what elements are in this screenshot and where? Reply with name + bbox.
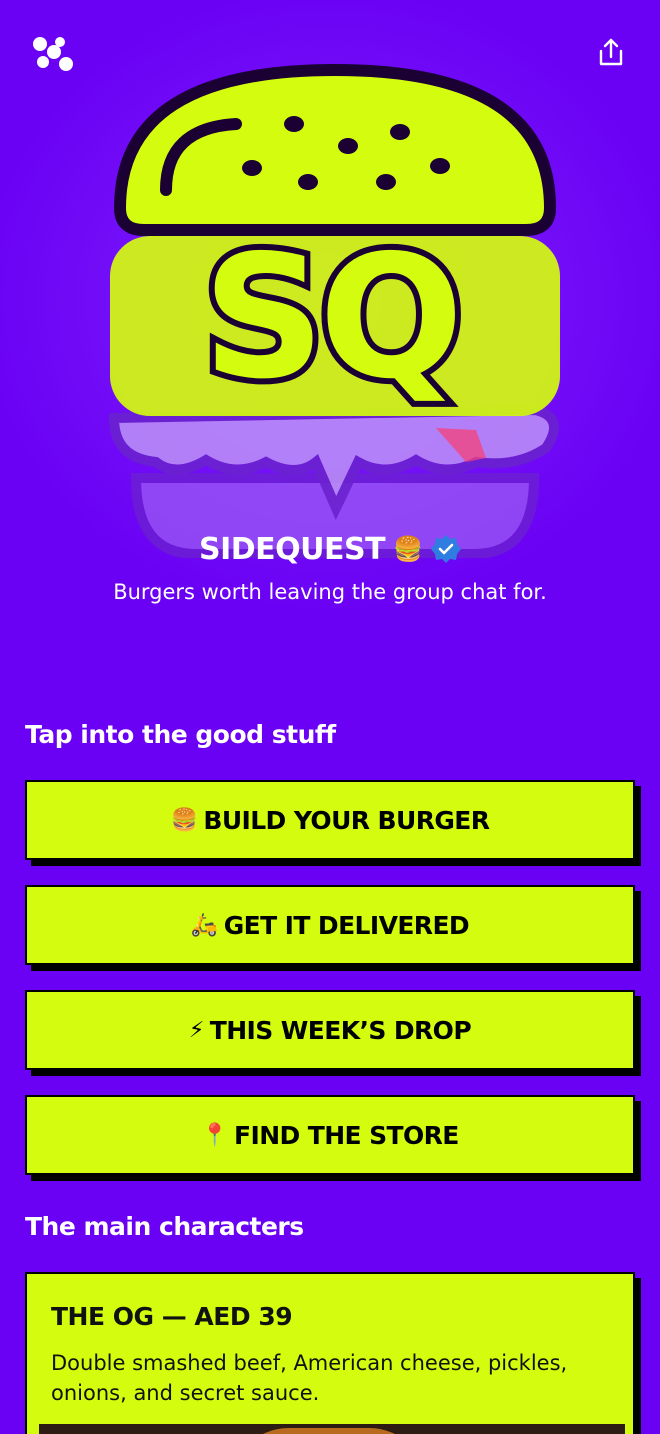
link-this-weeks-drop[interactable]: ⚡ THIS WEEK’S DROP: [25, 990, 635, 1070]
profile-tagline: Burgers worth leaving the group chat for…: [113, 580, 547, 604]
burger-photo: [229, 1428, 429, 1434]
menu-card[interactable]: THE OG — AED 39 Double smashed beef, Ame…: [25, 1272, 635, 1434]
linktree-logo-icon[interactable]: [30, 34, 76, 74]
hero-logo: SQ SQ: [108, 63, 560, 558]
link-label: GET IT DELIVERED: [223, 910, 470, 940]
verified-badge-icon: [430, 535, 461, 563]
link-label: BUILD YOUR BURGER: [203, 805, 490, 835]
profile-name-emoji: 🍔: [393, 535, 423, 563]
link-get-it-delivered[interactable]: 🛵 GET IT DELIVERED: [25, 885, 635, 965]
pin-icon: 📍: [201, 1122, 229, 1148]
profile-name-row: SIDEQUEST 🍔: [0, 528, 660, 570]
link-find-the-store[interactable]: 📍 FIND THE STORE: [25, 1095, 635, 1175]
hero-logo-text: SQ: [203, 219, 458, 417]
profile-name: SIDEQUEST: [199, 531, 386, 567]
characters-section-title: The main characters: [25, 1212, 304, 1241]
link-build-your-burger[interactable]: 🍔 BUILD YOUR BURGER: [25, 780, 635, 860]
links-section-title: Tap into the good stuff: [25, 720, 336, 749]
lightning-icon: ⚡: [188, 1017, 204, 1043]
menu-card-title: THE OG — AED 39: [51, 1302, 293, 1331]
menu-card-description: Double smashed beef, American cheese, pi…: [51, 1351, 568, 1405]
burger-icon: 🍔: [170, 807, 198, 833]
share-icon[interactable]: [594, 36, 628, 70]
menu-card-photo: [39, 1424, 625, 1434]
scooter-icon: 🛵: [190, 912, 218, 938]
link-label: FIND THE STORE: [234, 1120, 459, 1150]
link-label: THIS WEEK’S DROP: [209, 1015, 472, 1045]
